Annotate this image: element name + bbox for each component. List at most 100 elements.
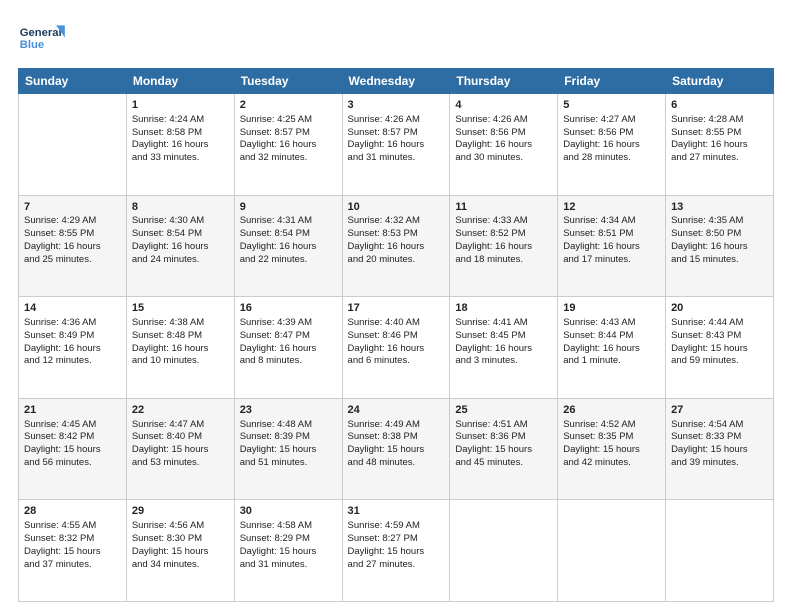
cell-text: and 31 minutes.: [240, 559, 337, 572]
cell-text: Daylight: 16 hours: [24, 241, 121, 254]
cell-text: Daylight: 16 hours: [132, 343, 229, 356]
logo-svg: General Blue: [18, 18, 70, 58]
cell-text: Daylight: 16 hours: [132, 139, 229, 152]
calendar-cell: 12Sunrise: 4:34 AMSunset: 8:51 PMDayligh…: [558, 195, 666, 297]
cell-text: Sunset: 8:56 PM: [563, 127, 660, 140]
cell-text: Sunrise: 4:25 AM: [240, 114, 337, 127]
cell-text: and 37 minutes.: [24, 559, 121, 572]
cell-text: Daylight: 16 hours: [24, 343, 121, 356]
cell-text: and 10 minutes.: [132, 355, 229, 368]
cell-text: Daylight: 15 hours: [240, 546, 337, 559]
cell-text: Sunset: 8:33 PM: [671, 431, 768, 444]
cell-text: Daylight: 15 hours: [240, 444, 337, 457]
cell-text: Daylight: 15 hours: [132, 546, 229, 559]
cell-text: Sunset: 8:51 PM: [563, 228, 660, 241]
cell-text: and 59 minutes.: [671, 355, 768, 368]
cell-text: and 30 minutes.: [455, 152, 552, 165]
cell-text: Sunset: 8:30 PM: [132, 533, 229, 546]
calendar-cell: 31Sunrise: 4:59 AMSunset: 8:27 PMDayligh…: [342, 500, 450, 602]
calendar-cell: [666, 500, 774, 602]
cell-text: Sunrise: 4:24 AM: [132, 114, 229, 127]
calendar-cell: 15Sunrise: 4:38 AMSunset: 8:48 PMDayligh…: [126, 297, 234, 399]
day-number: 28: [24, 504, 121, 519]
cell-text: Daylight: 16 hours: [240, 139, 337, 152]
calendar-cell: 4Sunrise: 4:26 AMSunset: 8:56 PMDaylight…: [450, 94, 558, 196]
cell-text: Daylight: 16 hours: [240, 343, 337, 356]
cell-text: Sunset: 8:29 PM: [240, 533, 337, 546]
cell-text: Sunset: 8:55 PM: [24, 228, 121, 241]
cell-text: and 28 minutes.: [563, 152, 660, 165]
calendar-cell: 27Sunrise: 4:54 AMSunset: 8:33 PMDayligh…: [666, 398, 774, 500]
calendar-cell: 9Sunrise: 4:31 AMSunset: 8:54 PMDaylight…: [234, 195, 342, 297]
cell-text: and 17 minutes.: [563, 254, 660, 267]
calendar-cell: 24Sunrise: 4:49 AMSunset: 8:38 PMDayligh…: [342, 398, 450, 500]
cell-text: Sunset: 8:47 PM: [240, 330, 337, 343]
day-number: 11: [455, 200, 552, 215]
svg-text:General: General: [20, 27, 62, 39]
day-number: 30: [240, 504, 337, 519]
day-number: 29: [132, 504, 229, 519]
weekday-header-wednesday: Wednesday: [342, 69, 450, 94]
day-number: 18: [455, 301, 552, 316]
day-number: 1: [132, 98, 229, 113]
calendar-cell: 1Sunrise: 4:24 AMSunset: 8:58 PMDaylight…: [126, 94, 234, 196]
cell-text: Sunset: 8:44 PM: [563, 330, 660, 343]
cell-text: and 25 minutes.: [24, 254, 121, 267]
cell-text: and 27 minutes.: [348, 559, 445, 572]
page: General Blue SundayMondayTuesdayWednesda…: [0, 0, 792, 612]
cell-text: Sunrise: 4:34 AM: [563, 215, 660, 228]
day-number: 4: [455, 98, 552, 113]
cell-text: Sunrise: 4:26 AM: [455, 114, 552, 127]
calendar-cell: 10Sunrise: 4:32 AMSunset: 8:53 PMDayligh…: [342, 195, 450, 297]
cell-text: Sunrise: 4:52 AM: [563, 419, 660, 432]
day-number: 12: [563, 200, 660, 215]
day-number: 31: [348, 504, 445, 519]
cell-text: Sunset: 8:40 PM: [132, 431, 229, 444]
cell-text: and 34 minutes.: [132, 559, 229, 572]
cell-text: and 22 minutes.: [240, 254, 337, 267]
cell-text: Sunset: 8:27 PM: [348, 533, 445, 546]
calendar-cell: [558, 500, 666, 602]
cell-text: Daylight: 16 hours: [671, 241, 768, 254]
day-number: 24: [348, 403, 445, 418]
cell-text: and 12 minutes.: [24, 355, 121, 368]
cell-text: Daylight: 15 hours: [563, 444, 660, 457]
cell-text: and 6 minutes.: [348, 355, 445, 368]
day-number: 27: [671, 403, 768, 418]
cell-text: and 51 minutes.: [240, 457, 337, 470]
cell-text: Sunrise: 4:27 AM: [563, 114, 660, 127]
day-number: 26: [563, 403, 660, 418]
cell-text: and 53 minutes.: [132, 457, 229, 470]
cell-text: Sunrise: 4:49 AM: [348, 419, 445, 432]
calendar-cell: 3Sunrise: 4:26 AMSunset: 8:57 PMDaylight…: [342, 94, 450, 196]
cell-text: Sunrise: 4:40 AM: [348, 317, 445, 330]
cell-text: Sunset: 8:36 PM: [455, 431, 552, 444]
day-number: 8: [132, 200, 229, 215]
cell-text: Daylight: 16 hours: [348, 343, 445, 356]
cell-text: Daylight: 16 hours: [455, 241, 552, 254]
cell-text: and 31 minutes.: [348, 152, 445, 165]
day-number: 19: [563, 301, 660, 316]
cell-text: Sunrise: 4:56 AM: [132, 520, 229, 533]
cell-text: and 48 minutes.: [348, 457, 445, 470]
cell-text: and 18 minutes.: [455, 254, 552, 267]
cell-text: Sunset: 8:32 PM: [24, 533, 121, 546]
cell-text: Sunset: 8:58 PM: [132, 127, 229, 140]
cell-text: Sunrise: 4:55 AM: [24, 520, 121, 533]
cell-text: and 39 minutes.: [671, 457, 768, 470]
calendar-cell: 5Sunrise: 4:27 AMSunset: 8:56 PMDaylight…: [558, 94, 666, 196]
cell-text: Sunrise: 4:48 AM: [240, 419, 337, 432]
cell-text: Sunset: 8:45 PM: [455, 330, 552, 343]
calendar-table: SundayMondayTuesdayWednesdayThursdayFrid…: [18, 68, 774, 602]
cell-text: Sunrise: 4:38 AM: [132, 317, 229, 330]
calendar-cell: 16Sunrise: 4:39 AMSunset: 8:47 PMDayligh…: [234, 297, 342, 399]
day-number: 10: [348, 200, 445, 215]
day-number: 9: [240, 200, 337, 215]
cell-text: and 42 minutes.: [563, 457, 660, 470]
cell-text: Daylight: 16 hours: [132, 241, 229, 254]
calendar-cell: 13Sunrise: 4:35 AMSunset: 8:50 PMDayligh…: [666, 195, 774, 297]
weekday-header-saturday: Saturday: [666, 69, 774, 94]
cell-text: Daylight: 16 hours: [563, 343, 660, 356]
cell-text: Daylight: 16 hours: [455, 343, 552, 356]
cell-text: Daylight: 16 hours: [348, 241, 445, 254]
